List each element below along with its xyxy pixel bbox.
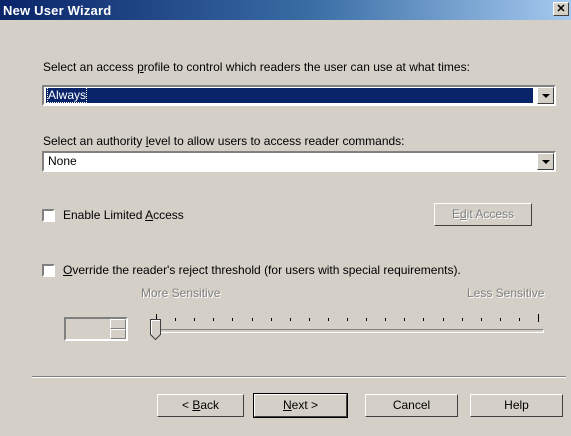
threshold-spin-box[interactable] xyxy=(64,317,128,341)
footer-separator xyxy=(32,376,566,378)
window-title: New User Wizard xyxy=(3,3,112,18)
help-button[interactable]: Help xyxy=(470,394,563,417)
more-sensitive-label: More Sensitive xyxy=(141,286,221,300)
spin-up-button[interactable] xyxy=(110,319,126,329)
slider-tick xyxy=(232,318,233,321)
next-button[interactable]: Next > xyxy=(253,393,348,418)
spin-down-button[interactable] xyxy=(110,329,126,339)
back-button[interactable]: < Back xyxy=(157,394,244,417)
access-profile-label: Select an access profile to control whic… xyxy=(43,60,470,74)
authority-level-label: Select an authority level to allow users… xyxy=(43,134,405,148)
slider-tick xyxy=(385,318,386,321)
enable-limited-access-label[interactable]: Enable Limited Access xyxy=(63,208,184,222)
slider-tick xyxy=(519,318,520,321)
slider-tick xyxy=(175,318,176,321)
threshold-slider-track[interactable] xyxy=(150,329,544,333)
slider-tick xyxy=(500,318,501,321)
access-profile-dropdown-button[interactable] xyxy=(537,87,554,104)
access-profile-selected: Always xyxy=(46,87,533,103)
override-threshold-label[interactable]: Override the reader's reject threshold (… xyxy=(63,263,461,277)
slider-tick xyxy=(404,318,405,321)
close-icon: ✕ xyxy=(556,3,566,15)
authority-level-dropdown[interactable]: None xyxy=(42,151,556,172)
slider-tick xyxy=(213,318,214,321)
authority-level-dropdown-button[interactable] xyxy=(537,153,554,170)
slider-tick xyxy=(271,318,272,321)
access-profile-dropdown[interactable]: Always xyxy=(42,85,556,106)
slider-tick xyxy=(347,318,348,321)
authority-level-selected: None xyxy=(48,154,77,168)
slider-tick xyxy=(462,318,463,321)
threshold-slider-thumb[interactable] xyxy=(150,319,162,341)
slider-tick xyxy=(481,318,482,321)
slider-tick xyxy=(290,318,291,321)
slider-tick xyxy=(443,318,444,321)
close-button[interactable]: ✕ xyxy=(553,2,569,16)
slider-tick xyxy=(423,318,424,321)
cancel-button[interactable]: Cancel xyxy=(365,394,458,417)
slider-tick xyxy=(328,318,329,321)
override-threshold-checkbox[interactable] xyxy=(42,264,55,277)
slider-tick xyxy=(309,318,310,321)
slider-tick xyxy=(194,318,195,321)
slider-tick xyxy=(538,314,539,322)
title-bar[interactable]: New User Wizard ✕ xyxy=(0,0,571,20)
slider-tick xyxy=(252,318,253,321)
slider-tick xyxy=(366,318,367,321)
enable-limited-access-checkbox[interactable] xyxy=(42,209,55,222)
less-sensitive-label: Less Sensitive xyxy=(467,286,545,300)
new-user-wizard-window: New User Wizard ✕ Select an access profi… xyxy=(0,0,571,436)
edit-access-button[interactable]: Edit Access xyxy=(434,203,532,226)
